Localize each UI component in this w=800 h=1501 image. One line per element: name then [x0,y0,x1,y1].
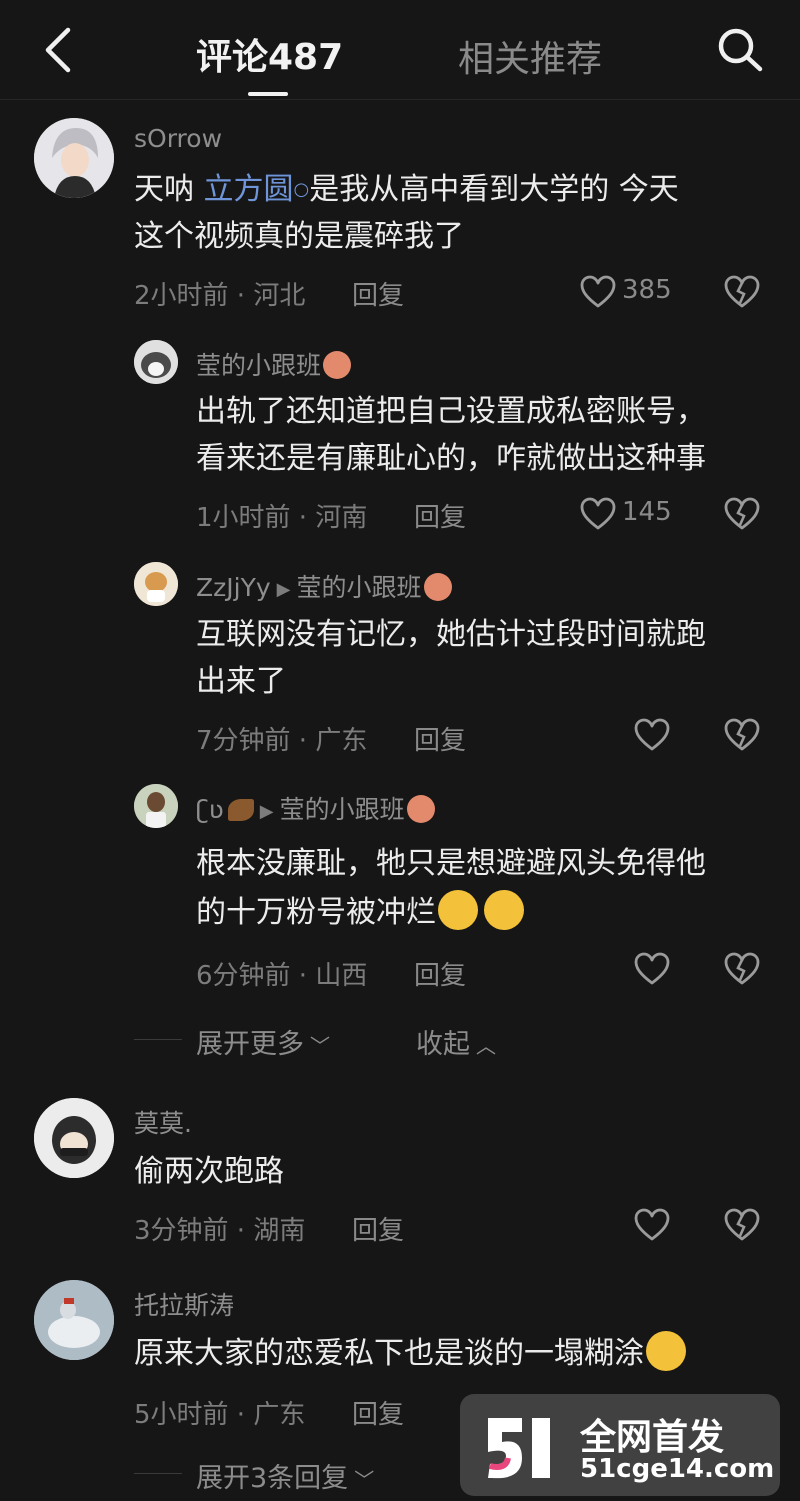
watermark-title: 全网首发 [580,1417,725,1458]
like-icon[interactable] [634,718,670,752]
comment-meta: 2小时前 · 河北 [134,281,306,311]
like-icon[interactable] [580,497,616,531]
pleading-face-emoji-icon [646,1331,686,1371]
watermark-logo-icon [488,1418,550,1479]
collapse-button[interactable]: 收起 ︿ [416,1022,496,1061]
comment-text: 天呐 立方圆○是我从高中看到大学的 今天 [134,166,679,213]
comment-meta: 1小时前 · 河南 [196,503,368,533]
search-mini-icon: ○ [293,179,310,200]
laughing-crying-emoji-icon [438,890,478,930]
avatar-illustration [34,1280,114,1360]
avatar-illustration [34,118,114,198]
username-text: 莹的小跟班 [196,351,322,380]
like-icon[interactable] [634,952,670,986]
chevron-down-icon: ﹀ [354,1468,375,1492]
username[interactable]: sOrrow [134,124,222,153]
comment-text-line2: 出来了 [196,664,286,699]
watermark-url: 51cge14.com [580,1454,775,1484]
comment-text-line1: 出轨了还知道把自己设置成私密账号， [196,394,706,429]
avatar[interactable] [134,784,178,828]
back-icon[interactable] [38,26,78,74]
reply-arrow-icon: ▶ [276,578,291,600]
chevron-up-icon: ︿ [476,1034,496,1058]
comment-meta: 3分钟前 · 湖南 [134,1216,306,1246]
username-text: ZzJjYy [196,573,271,602]
watermark-badge: 全网首发 51cge14.com [460,1394,780,1496]
comment-text-line2: 看来还是有廉耻心的，咋就做出这种事 [196,441,706,476]
reply-button[interactable]: 回复 [352,1394,404,1431]
comment-meta: 5小时前 · 广东 [134,1400,306,1430]
chevron-down-icon: ﹀ [310,1034,330,1058]
comment-text-line2: 的十万粉号被冲烂 [196,895,436,930]
laughing-crying-emoji-icon [484,890,524,930]
comment-meta: 7分钟前 · 广东 [196,726,368,756]
mention-link[interactable]: 立方圆 [204,172,294,207]
reply-button[interactable]: 回复 [414,497,466,534]
like-icon[interactable] [580,275,616,309]
peach-emoji-icon [423,573,452,601]
expand-replies-label: 展开3条回复 [196,1463,349,1494]
comment-text-line1: 根本没廉耻，牠只是想避避风头免得他 [196,846,706,881]
tab-related[interactable]: 相关推荐 [458,30,602,82]
reply-arrow-icon: ▶ [259,800,274,822]
like-icon[interactable] [634,1208,670,1242]
expand-more-button[interactable]: 展开更多 ﹀ [196,1022,330,1061]
reply-to-username[interactable]: 莹的小跟班 [280,795,405,824]
comment-text-wrap: 原来大家的恋爱私下也是谈的一塌糊涂 [134,1330,686,1377]
avatar-illustration [134,784,178,828]
username[interactable]: ZzJjYy ▶ 莹的小跟班 [196,568,452,604]
avatar[interactable] [34,1098,114,1178]
reply-button[interactable]: 回复 [414,720,466,757]
search-icon[interactable] [712,24,768,74]
like-count: 385 [622,275,672,305]
expand-more-label: 展开更多 [196,1029,304,1060]
dislike-icon[interactable] [724,1208,760,1242]
comment-text-line2-wrap: 的十万粉号被冲烂 [196,889,524,936]
thread-divider [134,1039,182,1040]
comment-meta: 6分钟前 · 山西 [196,961,368,991]
comment-text-part: 是我从高中看到大学的 今天 [309,172,679,207]
dislike-icon[interactable] [724,497,760,531]
dislike-icon[interactable] [724,275,760,309]
avatar-illustration [134,562,178,606]
thread-divider [134,1473,182,1474]
username[interactable]: 莫莫. [134,1104,192,1140]
peach-emoji-icon [323,351,352,379]
username[interactable]: 托拉斯涛 [134,1286,234,1322]
avatar[interactable] [134,562,178,606]
reply-button[interactable]: 回复 [352,275,404,312]
avatar-illustration [34,1098,114,1178]
username-text: ʗʋ [196,795,224,824]
peach-emoji-icon [406,795,435,823]
avatar[interactable] [34,1280,114,1360]
header-bar: 评论487 相关推荐 [0,0,800,100]
comment-text-part: 天呐 [134,172,204,207]
comment-text-line1: 原来大家的恋爱私下也是谈的一塌糊涂 [134,1336,644,1371]
tab-comments[interactable]: 评论487 [196,28,343,80]
dislike-icon[interactable] [724,718,760,752]
comment-text-line1: 互联网没有记忆，她估计过段时间就跑 [196,617,706,652]
collapse-label: 收起 [416,1029,470,1060]
active-tab-indicator [248,92,288,96]
dislike-icon[interactable] [724,952,760,986]
like-count: 145 [622,497,672,527]
comment-text-line2: 这个视频真的是震碎我了 [134,219,464,254]
avatar[interactable] [34,118,114,198]
leaf-emoji-icon [227,799,254,821]
reply-button[interactable]: 回复 [414,955,466,992]
reply-to-username[interactable]: 莹的小跟班 [296,573,421,602]
comment-text-line1: 偷两次跑路 [134,1154,284,1189]
username[interactable]: 莹的小跟班 [196,346,352,382]
reply-button[interactable]: 回复 [352,1210,404,1247]
avatar-illustration [134,340,178,384]
username[interactable]: ʗʋ ▶ 莹的小跟班 [196,790,435,826]
expand-replies-button[interactable]: 展开3条回复 ﹀ [196,1456,374,1495]
avatar[interactable] [134,340,178,384]
